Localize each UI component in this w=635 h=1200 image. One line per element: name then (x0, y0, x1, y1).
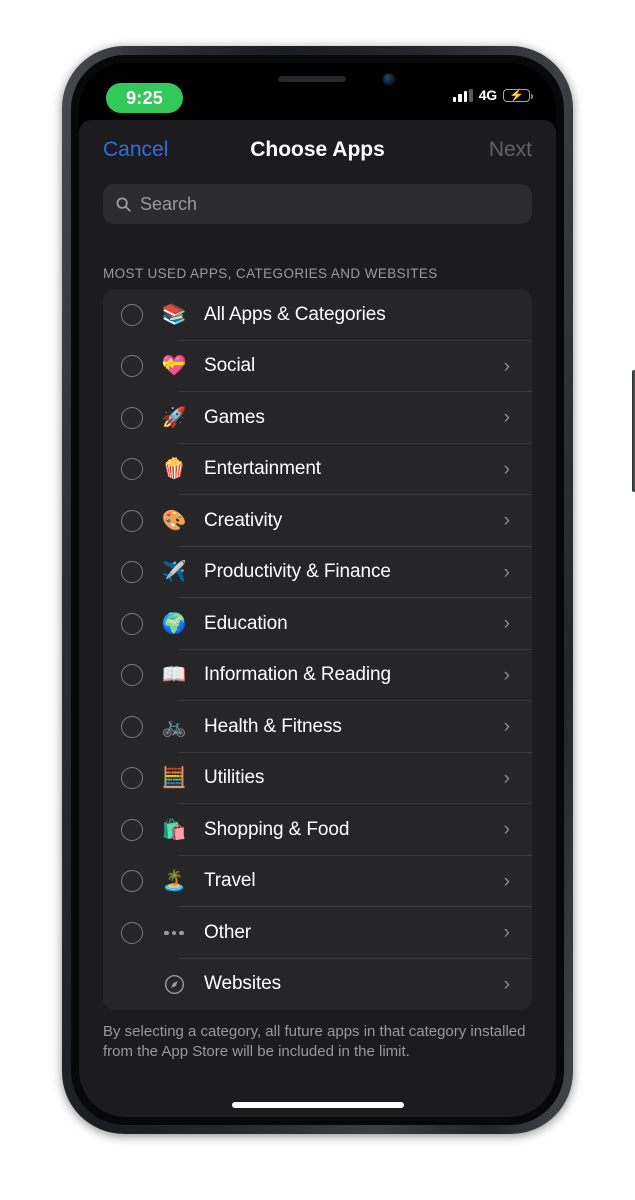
battery-charging-icon: ⚡ (503, 88, 533, 102)
safari-compass-icon (161, 973, 187, 996)
popcorn-icon: 🍿 (161, 458, 187, 481)
list-item[interactable]: Websites › (103, 959, 532, 1011)
chevron-right-icon: › (503, 716, 510, 738)
search-icon (115, 196, 132, 213)
radio-button[interactable] (121, 612, 143, 635)
radio-button[interactable] (121, 303, 143, 326)
radio-button[interactable] (121, 715, 143, 738)
radio-button[interactable] (121, 870, 143, 893)
list-item-label: Other (204, 921, 252, 943)
battery-bolt-icon: ⚡ (509, 88, 524, 102)
chevron-right-icon: › (503, 561, 510, 583)
chevron-right-icon: › (503, 407, 510, 429)
list-item[interactable]: 🚀 Games › (103, 392, 532, 444)
modal-sheet: Cancel Choose Apps Next MOST USED APPS, … (79, 120, 556, 1117)
list-item-label: Health & Fitness (204, 715, 342, 737)
list-item[interactable]: 🌍 Education › (103, 598, 532, 650)
list-item-label: Travel (204, 870, 256, 892)
display-notch (215, 63, 420, 96)
list-item-label: All Apps & Categories (204, 303, 386, 325)
list-item-label: Websites (204, 973, 281, 995)
bicycle-icon: 🚲 (161, 715, 187, 738)
radio-button[interactable] (121, 921, 143, 944)
radio-button[interactable] (121, 509, 143, 532)
list-item[interactable]: 🏝️ Travel › (103, 856, 532, 907)
calculator-icon: 🧮 (161, 767, 187, 790)
chevron-right-icon: › (503, 767, 510, 789)
chevron-right-icon: › (503, 973, 510, 995)
cellular-signal-icon (452, 88, 473, 102)
chevron-right-icon: › (503, 355, 510, 377)
list-item[interactable]: 🍿 Entertainment › (103, 444, 532, 495)
globe-icon: 🌍 (161, 612, 187, 635)
radio-button[interactable] (121, 406, 143, 429)
phone-device-frame: Cancel Choose Apps Next MOST USED APPS, … (62, 46, 635, 1134)
screen-time-choose-apps-screen: Cancel Choose Apps Next MOST USED APPS, … (79, 63, 556, 1117)
radio-button[interactable] (121, 767, 143, 790)
chevron-right-icon: › (503, 458, 510, 480)
chevron-right-icon: › (503, 922, 510, 944)
list-item[interactable]: Other › (103, 907, 532, 959)
search-input[interactable] (140, 193, 520, 215)
paper-plane-icon: ✈️ (161, 561, 187, 584)
list-item-label: Games (204, 406, 265, 428)
list-item-label: Utilities (204, 767, 265, 789)
list-item-label: Social (204, 355, 256, 377)
section-header: MOST USED APPS, CATEGORIES AND WEBSITES (103, 266, 438, 281)
list-item-label: Entertainment (204, 458, 321, 480)
radio-button[interactable] (121, 355, 143, 378)
navigation-bar: Cancel Choose Apps Next (79, 120, 556, 180)
phone-bezel: Cancel Choose Apps Next MOST USED APPS, … (71, 55, 564, 1125)
radio-button[interactable] (121, 561, 143, 584)
home-indicator[interactable] (231, 1102, 404, 1108)
shopping-bag-icon: 🛍️ (161, 818, 187, 841)
front-camera-icon (382, 73, 395, 86)
list-item[interactable]: 🚲 Health & Fitness › (103, 701, 532, 753)
list-item[interactable]: ✈️ Productivity & Finance › (103, 547, 532, 598)
list-item[interactable]: 🎨 Creativity › (103, 495, 532, 547)
status-indicators: 4G ⚡ (452, 87, 533, 103)
ellipsis-icon (161, 930, 187, 935)
social-chat-heart-icon: 💝 (161, 355, 187, 378)
open-book-icon: 📖 (161, 664, 187, 687)
list-item[interactable]: 🧮 Utilities › (103, 753, 532, 804)
list-item-label: Education (204, 612, 288, 634)
earpiece-speaker (278, 76, 347, 82)
chevron-right-icon: › (503, 664, 510, 686)
search-field[interactable] (103, 184, 532, 224)
cancel-button[interactable]: Cancel (103, 138, 168, 162)
list-item[interactable]: 📚All Apps & Categories› (103, 289, 532, 341)
list-item-label: Productivity & Finance (204, 561, 391, 583)
stack-layers-icon: 📚 (161, 303, 187, 326)
palette-icon: 🎨 (161, 509, 187, 532)
network-type-label: 4G (478, 87, 497, 103)
radio-button[interactable] (121, 458, 143, 481)
rocket-icon: 🚀 (161, 406, 187, 429)
radio-button[interactable] (121, 818, 143, 841)
list-item-label: Shopping & Food (204, 818, 350, 840)
next-button[interactable]: Next (489, 138, 532, 162)
chevron-right-icon: › (503, 510, 510, 532)
palm-island-icon: 🏝️ (161, 870, 187, 893)
list-item[interactable]: 💝 Social › (103, 341, 532, 392)
list-item-label: Information & Reading (204, 664, 391, 686)
chevron-right-icon: › (503, 613, 510, 635)
list-item[interactable]: 📖 Information & Reading › (103, 650, 532, 701)
list-item-label: Creativity (204, 509, 283, 531)
radio-button[interactable] (121, 664, 143, 687)
status-clock: 9:25 (106, 83, 183, 113)
chevron-right-icon: › (503, 819, 510, 841)
list-item[interactable]: 🛍️ Shopping & Food › (103, 804, 532, 856)
chevron-right-icon: › (503, 870, 510, 892)
phone-screen: Cancel Choose Apps Next MOST USED APPS, … (79, 63, 556, 1117)
category-list: 📚 All Apps & Categories › 💝 Social › 🚀 Games › 🍿 E… (103, 289, 532, 1010)
footer-note: By selecting a category, all future apps… (103, 1023, 526, 1060)
